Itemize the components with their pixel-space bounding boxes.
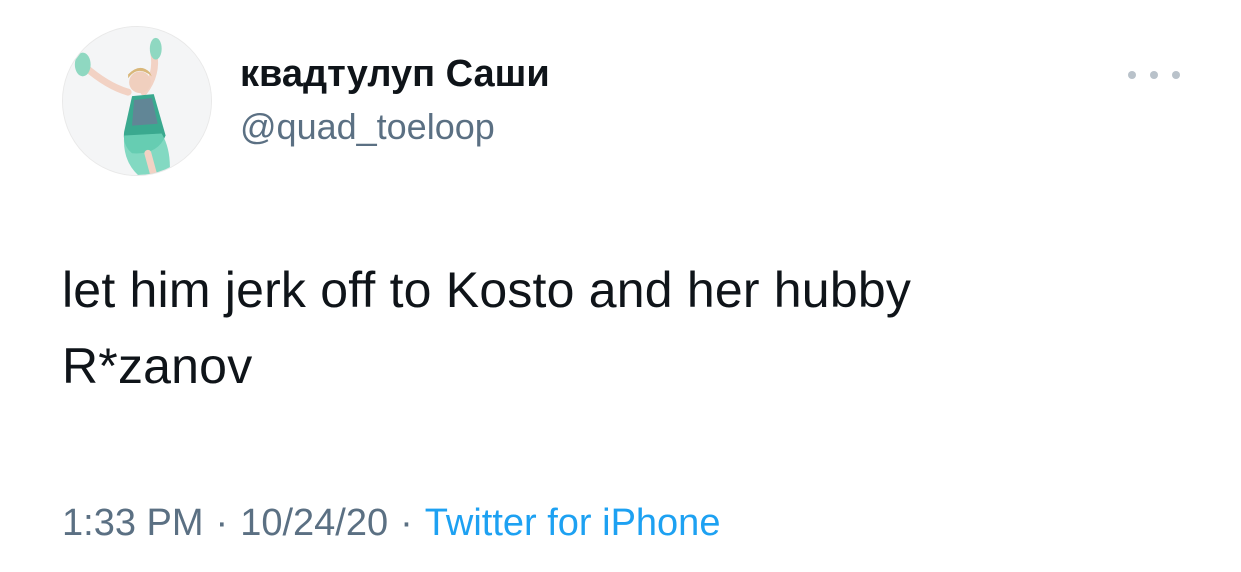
avatar[interactable] — [62, 26, 212, 176]
tweet-text-line: R*zanov — [62, 338, 253, 394]
user-handle[interactable]: @quad_toeloop — [240, 106, 495, 148]
more-horizontal-icon[interactable] — [1128, 62, 1180, 88]
meta-separator: · — [400, 502, 413, 544]
display-name[interactable]: квадтулуп Саши — [240, 52, 550, 96]
tweet-text: let him jerk off to Kosto and her hubby … — [62, 252, 1182, 404]
avatar-image — [63, 27, 211, 175]
tweet-date[interactable]: 10/24/20 — [240, 502, 388, 544]
meta-separator: · — [215, 502, 229, 544]
more-dot — [1150, 71, 1158, 79]
tweet-text-line: let him jerk off to Kosto and her hubby — [62, 262, 912, 318]
tweet-source-link[interactable]: Twitter for iPhone — [425, 502, 721, 544]
tweet-meta: 1:33 PM · 10/24/20 · Twitter for iPhone — [62, 500, 720, 546]
more-dot — [1172, 71, 1180, 79]
tweet-time[interactable]: 1:33 PM — [62, 502, 204, 544]
more-dot — [1128, 71, 1136, 79]
